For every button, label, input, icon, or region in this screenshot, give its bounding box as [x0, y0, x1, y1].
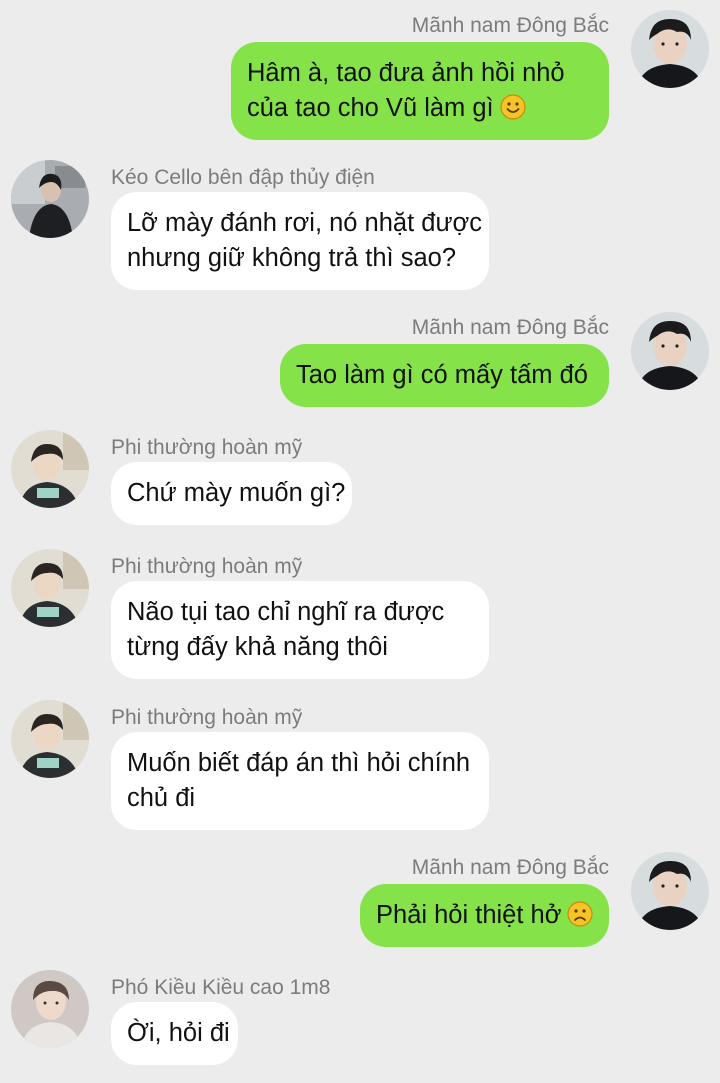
- message-bubble-incoming[interactable]: Ời, hỏi đi: [111, 1002, 238, 1065]
- message-row: Kéo Cello bên đập thủy điện Lỡ mày đánh …: [0, 160, 720, 296]
- message-row: Mãnh nam Đông Bắc Tao làm gì có mấy tấm …: [0, 312, 720, 410]
- message-text-line: Ời, hỏi đi: [127, 1019, 230, 1047]
- message-text-line: Chứ mày muốn gì?: [127, 479, 346, 507]
- message-bubble-outgoing[interactable]: Hâm à, tao đưa ảnh hồi nhỏ của tao cho V…: [231, 42, 609, 140]
- avatar-pho-kieu-kieu[interactable]: [11, 970, 89, 1048]
- smiling-face-emoji-icon: [500, 94, 526, 120]
- avatar-manh-nam-dong-bac[interactable]: [631, 10, 709, 88]
- message-text-line: Hâm à, tao đưa ảnh hồi nhỏ: [247, 59, 565, 87]
- message-row: Phi thường hoàn mỹ Chứ mày muốn gì?: [0, 430, 720, 528]
- message-row: Phó Kiều Kiều cao 1m8 Ời, hỏi đi: [0, 970, 720, 1072]
- message-text-line: của tao cho Vũ làm gì: [247, 91, 591, 126]
- frowning-face-emoji-icon: [567, 901, 594, 927]
- sender-name: Phi thường hoàn mỹ: [111, 555, 303, 578]
- message-bubble-incoming[interactable]: Muốn biết đáp án thì hỏi chính chủ đi: [111, 732, 489, 830]
- message-bubble-outgoing[interactable]: Phải hỏi thiệt hở: [360, 884, 609, 947]
- message-text: Phải hỏi thiệt hở: [376, 901, 562, 929]
- message-bubble-incoming[interactable]: Chứ mày muốn gì?: [111, 462, 352, 525]
- message-bubble-incoming[interactable]: Lỡ mày đánh rơi, nó nhặt được nhưng giữ …: [111, 192, 489, 290]
- avatar-phi-thuong-hoan-my[interactable]: [11, 430, 89, 508]
- message-text: của tao cho Vũ làm gì: [247, 94, 494, 122]
- message-row: Mãnh nam Đông Bắc Hâm à, tao đưa ảnh hồi…: [0, 10, 720, 142]
- avatar-phi-thuong-hoan-my[interactable]: [11, 549, 89, 627]
- sender-name: Mãnh nam Đông Bắc: [411, 856, 609, 879]
- message-row: Phi thường hoàn mỹ Não tụi tao chỉ nghĩ …: [0, 549, 720, 681]
- sender-name: Mãnh nam Đông Bắc: [411, 316, 609, 339]
- sender-name: Mãnh nam Đông Bắc: [411, 14, 609, 37]
- sender-name: Phó Kiều Kiều cao 1m8: [111, 976, 331, 999]
- message-row: Mãnh nam Đông Bắc Phải hỏi thiệt hở: [0, 852, 720, 952]
- message-bubble-incoming[interactable]: Não tụi tao chỉ nghĩ ra được từng đấy kh…: [111, 581, 489, 679]
- avatar-manh-nam-dong-bac[interactable]: [631, 852, 709, 930]
- message-row: Phi thường hoàn mỹ Muốn biết đáp án thì …: [0, 700, 720, 832]
- message-bubble-outgoing[interactable]: Tao làm gì có mấy tấm đó: [280, 344, 609, 407]
- message-text-line: Muốn biết đáp án thì hỏi chính: [127, 749, 471, 777]
- avatar-phi-thuong-hoan-my[interactable]: [11, 700, 89, 778]
- message-text-line: chủ đi: [127, 784, 196, 812]
- avatar-manh-nam-dong-bac[interactable]: [631, 312, 709, 390]
- sender-name: Kéo Cello bên đập thủy điện: [111, 166, 375, 189]
- message-text-line: từng đấy khả năng thôi: [127, 633, 388, 661]
- avatar-keo-cello[interactable]: [11, 160, 89, 238]
- message-text-line: nhưng giữ không trả thì sao?: [127, 244, 457, 272]
- message-text-line: Phải hỏi thiệt hở: [376, 898, 594, 933]
- message-text-line: Lỡ mày đánh rơi, nó nhặt được: [127, 209, 482, 237]
- sender-name: Phi thường hoàn mỹ: [111, 706, 303, 729]
- message-text-line: Não tụi tao chỉ nghĩ ra được: [127, 598, 445, 626]
- sender-name: Phi thường hoàn mỹ: [111, 436, 303, 459]
- chat-thread: Mãnh nam Đông Bắc Hâm à, tao đưa ảnh hồi…: [0, 0, 720, 1083]
- message-text-line: Tao làm gì có mấy tấm đó: [296, 361, 588, 389]
